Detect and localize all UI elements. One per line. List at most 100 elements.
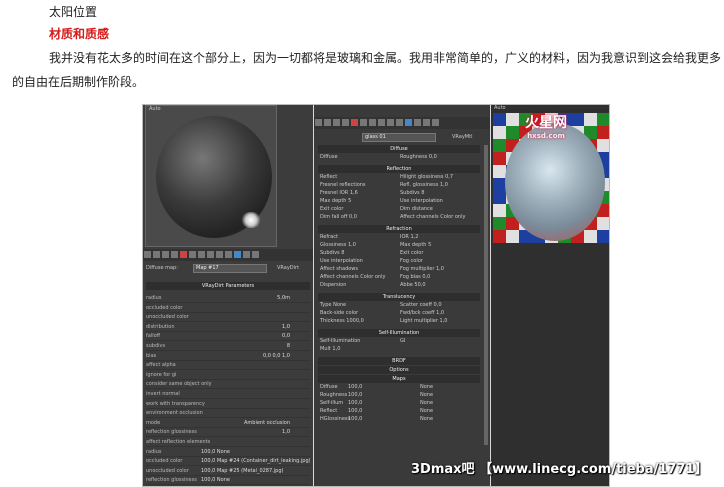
map-amount[interactable]: 100,0 [348,392,362,399]
param-row[interactable]: invert normal [146,390,310,399]
checker-tile [584,113,597,126]
rollout-options[interactable]: Options [318,366,480,374]
param-row[interactable]: Self-Illumination GI [320,338,478,345]
param-label: Thickness 1000,0 [320,318,364,324]
material-name-field[interactable]: glass 01 [362,133,436,142]
map-row[interactable]: Roughness 100,0 None [320,392,478,399]
param-row[interactable]: mode Ambient occlusion [146,419,310,428]
param-value[interactable]: 100,0 None [201,448,230,456]
map-row[interactable]: Reflect 100,0 None [320,408,478,415]
param-row[interactable]: reflection glossiness 1,0 [146,428,310,438]
param-row[interactable]: falloff 0,0 [146,332,310,342]
param-row[interactable]: Use interpolation Fog color [320,258,478,265]
map-name-field[interactable]: Map #17 [193,264,267,273]
map-row[interactable]: HGlossiness 100,0 None [320,416,478,423]
checker-tile [493,113,506,126]
param-row[interactable]: Mult 1,0 [320,346,478,353]
param-value[interactable]: 5,0m [277,294,290,302]
param-row[interactable]: Reflect Hilight glossiness 0,7 [320,174,478,181]
param-value[interactable]: 100,0 Map #24 (Container_dirt_leaking.jp… [201,457,310,465]
param-label: work with transparency [146,400,205,407]
param-row[interactable]: Diffuse Roughness 0,0 [320,154,478,161]
param-row[interactable]: unoccluded color 100,0 Map #25 (Metal_028… [146,467,310,476]
param-row[interactable]: Type None Scatter coeff 0,0 [320,302,478,309]
param-value[interactable]: 8 [287,342,290,350]
param-row[interactable]: Back-side color Fwd/bck coeff 1,0 [320,310,478,317]
param-row[interactable]: occluded color [146,304,310,313]
map-amount[interactable]: 100,0 [348,408,362,415]
param-row[interactable]: distribution 1,0 [146,323,310,332]
param-label: Use interpolation [400,198,443,204]
auto-label: Auto [149,106,161,112]
map-slot[interactable]: None [420,400,433,407]
map-row[interactable]: Diffuse 100,0 None [320,384,478,391]
map-slot[interactable]: None [420,408,433,415]
param-label: occluded color [146,458,183,465]
param-row[interactable]: environment occlusion [146,409,310,419]
param-row[interactable]: ignore for gi [146,371,310,380]
param-row[interactable]: work with transparency [146,400,310,409]
checker-tile [584,230,597,243]
param-row[interactable]: reflection glossiness 100,0 None [146,476,310,486]
param-label: Self-Illumination [320,338,361,344]
map-label: HGlossiness [320,416,351,422]
params-rollout-title[interactable]: VRayDirt Parameters [146,282,310,290]
param-label: Fog bias 0,0 [400,274,431,280]
map-row[interactable]: Self-illum 100,0 None [320,400,478,407]
param-row[interactable]: subdivs 8 [146,342,310,351]
map-amount[interactable]: 100,0 [348,416,362,423]
param-row[interactable]: occluded color 100,0 Map #24 (Container_d… [146,457,310,467]
rollout-maps[interactable]: Maps [318,375,480,383]
param-row[interactable]: Subdivs 8 Exit color [320,250,478,257]
param-value[interactable]: 0,0 0,0 1,0 [263,352,290,360]
rollout-self_illumination[interactable]: Self-Illumination [318,329,480,337]
rollout-refraction[interactable]: Refraction [318,225,480,233]
param-value[interactable]: 1,0 [282,323,290,331]
material-type-button[interactable]: VRayMtl [452,134,472,140]
param-value[interactable]: 100,0 None [201,476,230,484]
param-value[interactable]: 100,0 Map #25 (Metal_0287.jpg) [201,467,283,475]
rollout-translucency[interactable]: Translucency [318,293,480,301]
param-row[interactable]: consider same object only [146,380,310,390]
param-row[interactable]: Refract IOR 1,2 [320,234,478,241]
checker-tile [571,113,584,126]
param-label: Type None [320,302,347,308]
param-row[interactable]: radius 100,0 None [146,448,310,457]
param-row[interactable]: Max depth 5 Use interpolation [320,198,478,205]
param-row[interactable]: Fresnel reflections Refl. glossiness 1,0 [320,182,478,189]
param-row[interactable]: Dispersion Abbe 50,0 [320,282,478,289]
param-row[interactable]: affect reflection elements [146,438,310,447]
param-value[interactable]: 0,0 [282,332,290,340]
map-slot[interactable]: None [420,384,433,391]
param-row[interactable]: bias 0,0 0,0 1,0 [146,352,310,361]
map-amount[interactable]: 100,0 [348,384,362,391]
param-label: affect reflection elements [146,439,211,445]
param-row[interactable]: Affect shadows Fog multiplier 1,0 [320,266,478,273]
param-row[interactable]: Affect channels Color only Fog bias 0,0 [320,274,478,281]
param-row[interactable]: Fresnel IOR 1,6 Subdivs 8 [320,190,478,197]
param-label: Refract [320,234,338,240]
panel-scrollbar[interactable] [484,145,488,445]
param-row[interactable]: radius 5,0m [146,294,310,303]
rollout-brdf[interactable]: BRDF [318,357,480,365]
map-amount[interactable]: 100,0 [348,400,362,407]
param-row[interactable]: Glossiness 1,0 Max depth 5 [320,242,478,249]
param-label: affect alpha [146,362,176,369]
param-row[interactable]: Exit color Dim distance [320,206,478,213]
checker-tile [493,152,506,165]
param-value[interactable]: 1,0 [282,428,290,436]
param-row[interactable]: affect alpha [146,361,310,371]
rollout-diffuse[interactable]: Diffuse [318,145,480,153]
param-row[interactable]: Dim fall off 0,0 Affect channels Color on… [320,214,478,221]
map-slot[interactable]: None [420,416,433,423]
param-value[interactable]: Ambient occlusion [244,419,290,427]
rollout-reflection[interactable]: Reflection [318,165,480,173]
param-label: Fresnel reflections [320,182,366,188]
param-label: Fog color [400,258,423,264]
param-row[interactable]: Thickness 1000,0 Light multiplier 1,0 [320,318,478,325]
map-slot[interactable]: None [420,392,433,399]
map-type-button[interactable]: VRayDirt [277,265,299,271]
param-row[interactable]: unoccluded color [146,313,310,323]
param-label: unoccluded color [146,314,189,321]
param-label: Glossiness 1,0 [320,242,356,248]
